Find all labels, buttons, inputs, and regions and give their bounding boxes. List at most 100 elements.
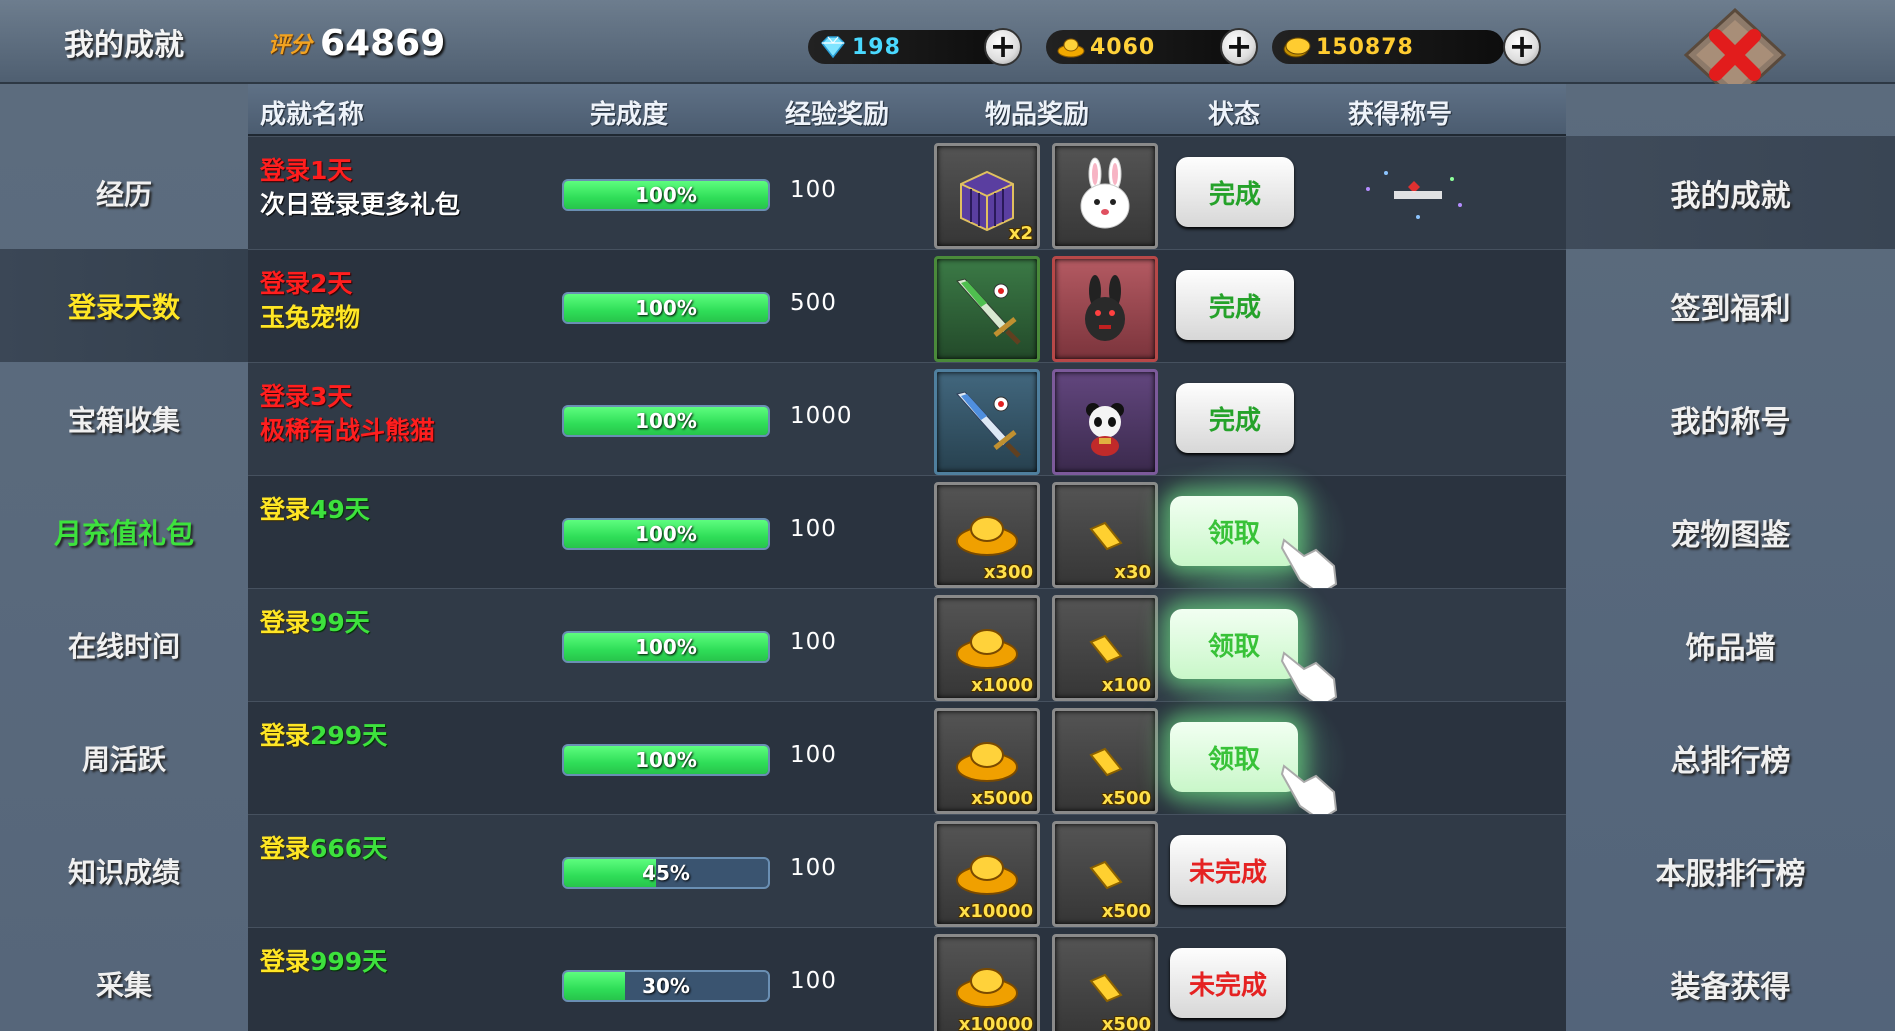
column-header-exp: 经验奖励 (785, 100, 890, 130)
progress-bar: 45% (562, 857, 770, 889)
achievement-subtitle: 极稀有战斗熊猫 (260, 416, 436, 445)
item-reward-slot[interactable]: x10000 (934, 934, 1040, 1031)
left-menu-item-chest-collection[interactable]: 宝箱收集 (0, 362, 248, 475)
item-reward-slot[interactable]: x30 (1052, 482, 1158, 588)
achievement-table: 成就名称 完成度 经验奖励 物品奖励 状态 获得称号 登录1天 次日登录更多礼包… (248, 84, 1566, 1031)
add-ingot-button[interactable]: + (1220, 28, 1258, 66)
sparkle-title-icon (1366, 171, 1462, 219)
right-menu-item-overall-ranking[interactable]: 总排行榜 (1566, 701, 1895, 814)
item-reward-slot[interactable]: x10000 (934, 821, 1040, 927)
left-menu-item-knowledge-score[interactable]: 知识成绩 (0, 814, 248, 927)
left-menu: 经历 登录天数 宝箱收集 月充值礼包 在线时间 周活跃 知识成绩 采集 (0, 84, 248, 1031)
progress-text: 100% (635, 522, 697, 546)
status-button[interactable]: 未完成 (1170, 948, 1286, 1018)
right-menu: 我的成就 签到福利 我的称号 宠物图鉴 饰品墙 总排行榜 本服排行榜 装备获得 (1566, 84, 1895, 1031)
achievement-name: 登录49天 (260, 495, 370, 524)
item-quantity: x10000 (958, 1014, 1033, 1031)
item-quantity: x500 (1101, 788, 1151, 809)
table-header: 成就名称 完成度 经验奖励 物品奖励 状态 获得称号 (248, 84, 1566, 136)
exp-reward: 100 (790, 968, 837, 994)
exp-reward: 100 (790, 855, 837, 881)
left-menu-item-monthly-recharge[interactable]: 月充值礼包 (0, 475, 248, 588)
item-reward-slot[interactable] (934, 369, 1040, 475)
diamond-count: 198 (852, 34, 901, 60)
pointing-hand-icon (1280, 764, 1338, 822)
ingot-currency: 4060 (1046, 30, 1246, 64)
item-reward-slot[interactable]: x500 (1052, 934, 1158, 1031)
progress-bar: 100% (562, 518, 770, 550)
score-label: 评分 (268, 33, 313, 58)
right-menu-item-my-titles[interactable]: 我的称号 (1566, 362, 1895, 475)
progress-bar: 100% (562, 744, 770, 776)
table-row: 登录1天 次日登录更多礼包 100% 100 x2 完成 (248, 136, 1566, 249)
progress-text: 30% (642, 974, 690, 998)
item-quantity: x300 (983, 562, 1033, 583)
left-menu-item-gathering[interactable]: 采集 (0, 927, 248, 1031)
progress-text: 100% (635, 635, 697, 659)
page-title: 我的成就 (64, 28, 184, 63)
table-row: 登录49天 100% 100 x300 x30 领取 (248, 454, 1566, 614)
left-menu-item-online-time[interactable]: 在线时间 (0, 588, 248, 701)
progress-bar: 100% (562, 405, 770, 437)
item-reward-slot[interactable] (934, 256, 1040, 362)
item-reward-slot[interactable]: x5000 (934, 708, 1040, 814)
status-button[interactable]: 完成 (1176, 157, 1294, 227)
item-reward-slot[interactable]: x500 (1052, 821, 1158, 927)
top-bar: 我的成就 评分 64869 198 + 4060 + 150878 + (0, 0, 1895, 84)
progress-bar: 30% (562, 970, 770, 1002)
achievement-subtitle: 次日登录更多礼包 (260, 190, 461, 219)
achievement-name: 登录2天 (260, 269, 353, 298)
diamond-currency: 198 (808, 30, 1008, 64)
right-menu-item-accessory-wall[interactable]: 饰品墙 (1566, 588, 1895, 701)
right-menu-item-my-achievements[interactable]: 我的成就 (1566, 136, 1895, 249)
status-button[interactable]: 完成 (1176, 383, 1294, 453)
table-row: 登录999天 30% 100 x10000 x500 未完成 (248, 927, 1566, 1031)
item-reward-slot[interactable] (1052, 256, 1158, 362)
item-reward-slot[interactable]: x1000 (934, 595, 1040, 701)
table-row: 登录3天 极稀有战斗熊猫 100% 1000 完成 (248, 362, 1566, 475)
item-quantity: x2 (1008, 223, 1033, 244)
score-display: 评分 64869 (268, 16, 445, 70)
gold-coin-icon (1282, 35, 1312, 59)
status-button[interactable]: 未完成 (1170, 835, 1286, 905)
add-coin-button[interactable]: + (1503, 28, 1541, 66)
right-menu-item-pet-gallery[interactable]: 宠物图鉴 (1566, 475, 1895, 588)
achievement-name: 登录999天 (260, 947, 388, 976)
progress-text: 100% (635, 748, 697, 772)
item-quantity: x500 (1101, 901, 1151, 922)
item-reward-slot[interactable]: x2 (934, 143, 1040, 249)
column-header-name: 成就名称 (260, 100, 365, 130)
item-quantity: x10000 (958, 901, 1033, 922)
panda-pet-icon (1086, 403, 1124, 456)
item-quantity: x5000 (971, 788, 1033, 809)
status-button[interactable]: 完成 (1176, 270, 1294, 340)
progress-bar: 100% (562, 292, 770, 324)
black-rabbit-pet-icon (1085, 275, 1125, 341)
left-menu-item-login-days[interactable]: 登录天数 (0, 249, 248, 362)
score-value: 64869 (320, 22, 446, 64)
sword-icon (956, 391, 1021, 458)
progress-text: 100% (635, 183, 697, 207)
item-reward-slot[interactable]: x300 (934, 482, 1040, 588)
column-header-items: 物品奖励 (985, 100, 1090, 130)
table-row: 登录99天 100% 100 x1000 x100 领取 (248, 567, 1566, 727)
item-quantity: x100 (1101, 675, 1151, 696)
column-header-progress: 完成度 (590, 100, 669, 130)
item-reward-slot[interactable] (1052, 143, 1158, 249)
item-quantity: x1000 (971, 675, 1033, 696)
item-reward-slot[interactable]: x500 (1052, 708, 1158, 814)
achievement-name: 登录99天 (260, 608, 370, 637)
right-menu-item-server-ranking[interactable]: 本服排行榜 (1566, 814, 1895, 927)
left-menu-item-history[interactable]: 经历 (0, 136, 248, 249)
right-menu-item-sign-in-bonus[interactable]: 签到福利 (1566, 249, 1895, 362)
progress-bar: 100% (562, 179, 770, 211)
item-reward-slot[interactable] (1052, 369, 1158, 475)
progress-text: 100% (635, 409, 697, 433)
progress-text: 45% (642, 861, 690, 885)
exp-reward: 100 (790, 742, 837, 768)
item-reward-slot[interactable]: x100 (1052, 595, 1158, 701)
left-menu-item-weekly-activity[interactable]: 周活跃 (0, 701, 248, 814)
add-diamond-button[interactable]: + (984, 28, 1022, 66)
achievement-subtitle: 玉兔宠物 (260, 303, 361, 332)
right-menu-item-equipment-obtained[interactable]: 装备获得 (1566, 927, 1895, 1031)
